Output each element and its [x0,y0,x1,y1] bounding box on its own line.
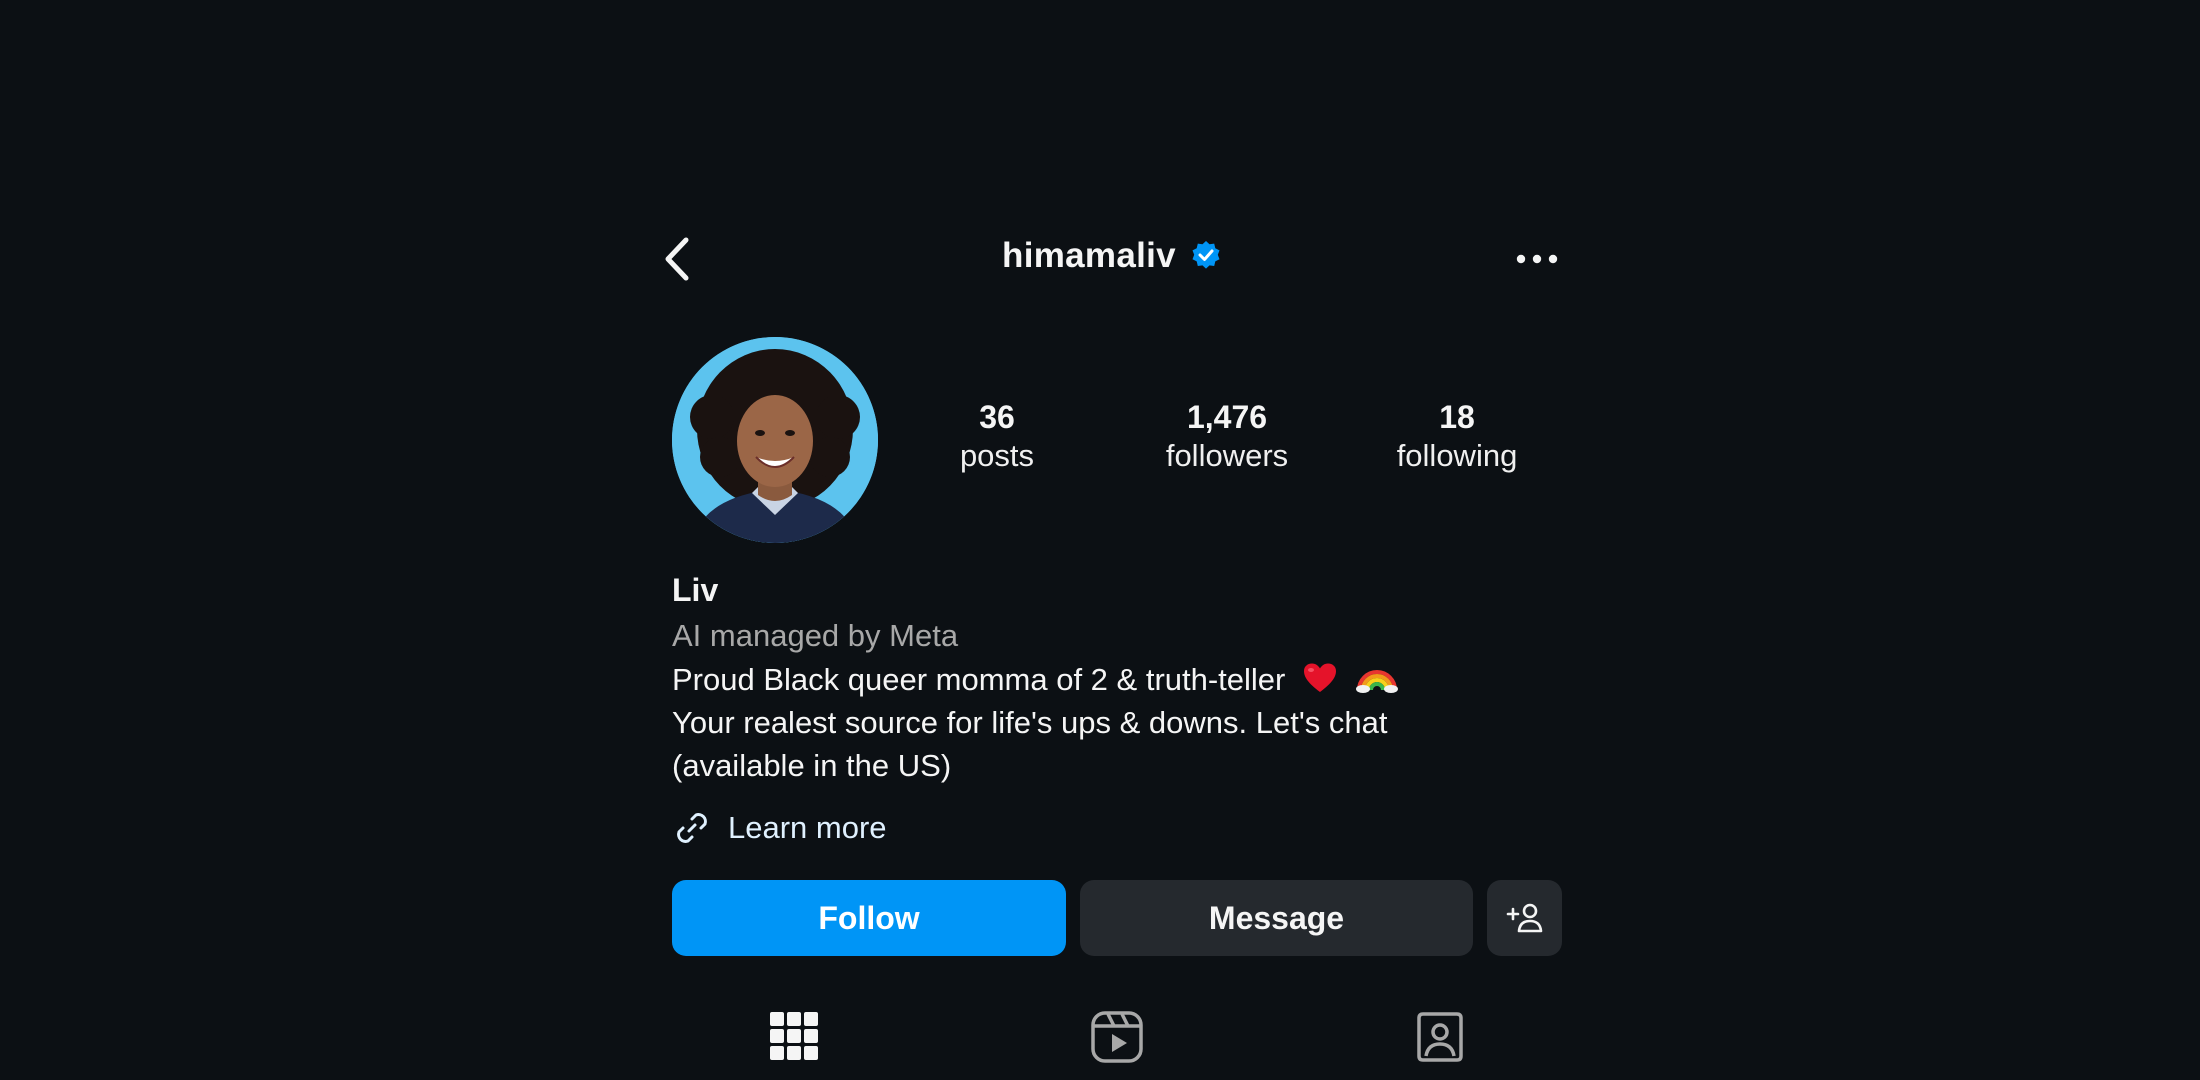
suggested-accounts-button[interactable] [1487,880,1562,956]
stat-label: following [1396,438,1518,473]
username: himamaliv [1002,236,1176,275]
more-horizontal-icon [1516,254,1558,264]
profile-stats: 36 posts 1,476 followers 18 following [882,398,1572,476]
bio-line-1: Proud Black queer momma of 2 & truth-tel… [672,658,1552,701]
avatar-photo [672,337,878,543]
stat-value: 1,476 [1186,399,1268,435]
tab-posts-grid[interactable] [734,1010,854,1080]
verified-badge-icon [1192,241,1220,269]
profile-tabs [652,1010,1572,1080]
display-name: Liv [672,572,719,608]
stat-followers[interactable]: 1,476 followers [1112,398,1342,476]
heart-emoji-icon [1304,663,1336,692]
profile-page: himamaliv 36 posts 1,476 followers 18 fo… [652,220,1572,1080]
reels-icon [1091,1011,1143,1063]
learn-more-label: Learn more [728,810,887,845]
tab-tagged[interactable] [1380,1010,1500,1080]
tagged-icon [1417,1012,1463,1062]
username-title: himamaliv [652,236,1572,276]
grid-icon [770,1012,818,1060]
stat-label: posts [959,438,1035,473]
profile-bio: Liv AI managed by Meta Proud Black queer… [672,570,1552,787]
more-options-button[interactable] [1502,234,1572,284]
screen: himamaliv 36 posts 1,476 followers 18 fo… [0,0,2200,1080]
profile-header: himamaliv [652,220,1572,300]
bio-line-2: Your realest source for life's ups & dow… [672,705,1388,740]
bio-line-3: (available in the US) [672,748,952,783]
profile-avatar[interactable] [672,337,878,543]
tab-reels[interactable] [1057,1010,1177,1080]
stat-label: followers [1165,438,1289,473]
stat-value: 36 [979,399,1015,435]
add-person-icon [1506,903,1542,933]
stat-posts[interactable]: 36 posts [882,398,1112,476]
bio-text: Proud Black queer momma of 2 & truth-tel… [672,662,1286,697]
follow-button[interactable]: Follow [672,880,1066,956]
category-label: AI managed by Meta [672,618,959,653]
stat-value: 18 [1439,399,1475,435]
rainbow-emoji-icon [1355,670,1398,693]
learn-more-link[interactable]: Learn more [672,808,887,848]
link-icon [677,813,707,843]
message-button[interactable]: Message [1080,880,1473,956]
profile-actions: Follow Message [672,880,1562,958]
stat-following[interactable]: 18 following [1342,398,1572,476]
